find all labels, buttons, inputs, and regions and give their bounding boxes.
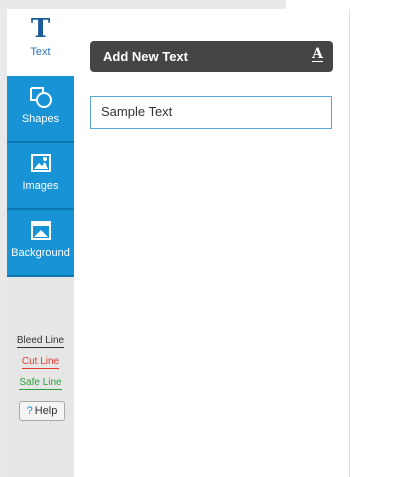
safe-line-legend: Safe Line <box>7 377 74 390</box>
help-icon: ? <box>26 405 33 417</box>
image-icon <box>30 154 51 172</box>
safe-line-label: Safe Line <box>19 377 62 390</box>
background-icon <box>30 221 51 240</box>
bleed-line-label: Bleed Line <box>16 335 65 348</box>
sample-text-field[interactable]: Sample Text <box>90 96 332 129</box>
font-A-icon: A <box>312 46 323 62</box>
top-toolbar-strip <box>0 0 286 9</box>
text-T-icon: T <box>30 14 51 44</box>
cut-line-legend: Cut Line <box>7 356 74 369</box>
cut-line-label: Cut Line <box>21 356 60 369</box>
bleed-line-legend: Bleed Line <box>7 335 74 348</box>
tab-label-images: Images <box>22 180 59 192</box>
text-panel: Add New Text A Sample Text <box>74 9 349 477</box>
tab-label-text: Text <box>30 46 51 58</box>
tab-images[interactable]: Images <box>7 143 74 210</box>
tab-label-shapes: Shapes <box>21 113 60 125</box>
left-edge <box>0 0 7 477</box>
add-new-text-button[interactable]: Add New Text A <box>90 41 333 72</box>
tab-text[interactable]: T Text <box>7 9 74 76</box>
shapes-icon <box>29 87 52 108</box>
help-label: Help <box>34 405 58 417</box>
add-new-text-label: Add New Text <box>103 49 188 64</box>
canvas-divider <box>349 9 350 477</box>
tool-sidebar: T Text Shapes Images Background Bleed Li… <box>7 9 74 477</box>
tab-background[interactable]: Background <box>7 210 74 277</box>
tab-shapes[interactable]: Shapes <box>7 76 74 143</box>
help-button[interactable]: ? Help <box>19 401 65 421</box>
tab-label-background: Background <box>11 247 70 259</box>
